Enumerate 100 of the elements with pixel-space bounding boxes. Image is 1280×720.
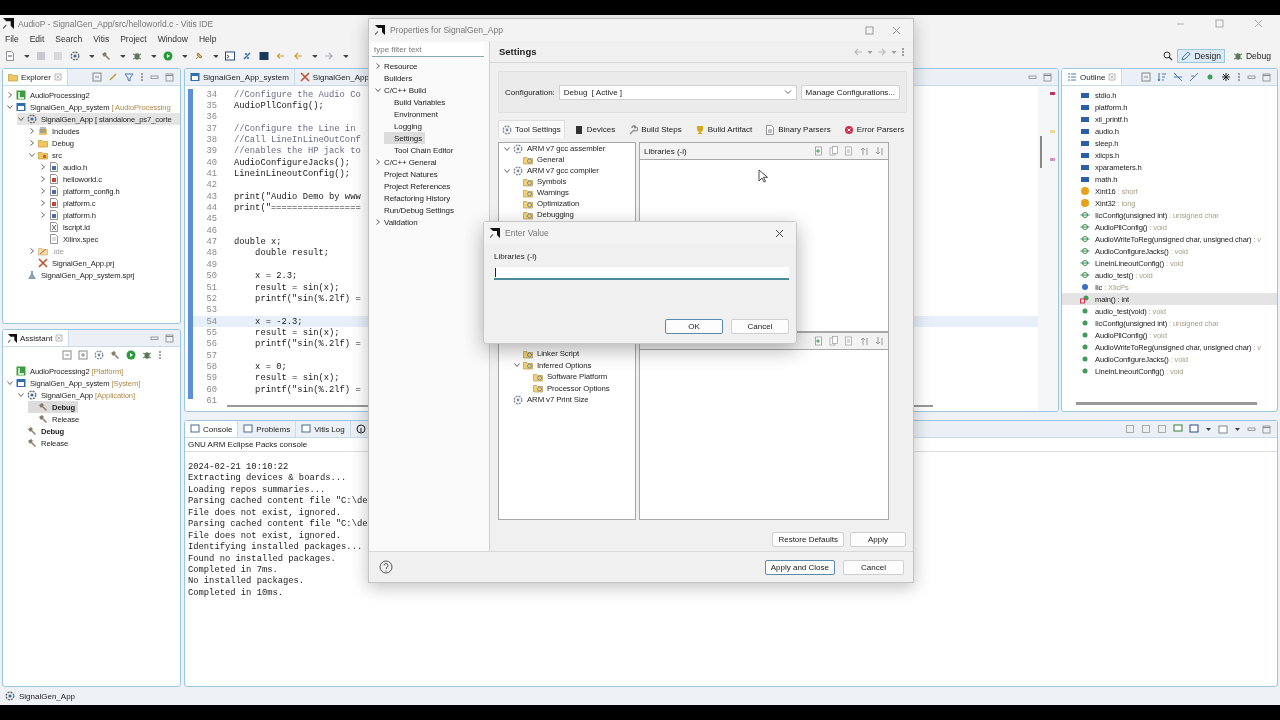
chevron-icon[interactable] [28,247,36,255]
scroll-thumb[interactable] [1076,402,1257,405]
nav-item[interactable]: Logging [384,120,425,132]
nav-item[interactable]: C/C++ General [374,156,440,168]
window-icon[interactable] [259,51,269,61]
chevron-icon[interactable] [6,379,14,387]
view-tab[interactable]: Problems [238,421,297,437]
warning-marker[interactable] [1050,130,1055,133]
settings-tab[interactable]: Build Steps [624,120,686,138]
chevron-icon[interactable] [503,144,511,153]
menu-item[interactable]: Edit [29,34,45,44]
manage-configurations-button[interactable]: Manage Configurations... [800,84,900,100]
configuration-select[interactable]: Debug [ Active ] [558,84,797,100]
chevron-icon[interactable] [39,199,47,207]
play-icon[interactable] [163,51,173,61]
menu-item[interactable]: Search [55,34,83,44]
arrow-left-icon[interactable] [293,51,303,61]
expand-icon[interactable] [78,350,88,360]
filter-icon[interactable] [124,72,134,82]
settings-tab[interactable]: Binary Parsers [761,120,835,138]
nav-item[interactable]: Project References [374,180,454,192]
menu-item[interactable]: Help [198,34,217,44]
nav-item[interactable]: Validation [374,216,421,228]
more-icon[interactable] [1237,72,1241,82]
dialog-button[interactable]: Cancel [843,559,904,575]
dialog-button[interactable]: Cancel [731,319,789,334]
display-icon[interactable] [1173,424,1183,434]
perspective-button[interactable]: Debug [1228,49,1275,63]
edit-icon[interactable] [844,336,854,346]
editor-tab[interactable]: SignalGen_App_system [185,69,295,85]
chevron-icon[interactable] [374,158,382,166]
chevron-icon[interactable] [39,175,47,183]
minimize-icon[interactable] [1028,72,1037,82]
chevron-icon[interactable] [374,218,382,226]
settings-tab[interactable]: Error Parsers [839,120,909,138]
nav-item[interactable]: Build Variables [384,96,449,108]
minimize-icon[interactable] [150,333,159,343]
filter-field[interactable]: type filter text [372,43,484,57]
nav-item[interactable]: Project Natures [374,168,441,180]
view-tab[interactable]: Explorer [3,69,68,85]
minimize-icon[interactable] [1247,72,1256,82]
chevron-icon[interactable] [374,86,382,94]
add-icon[interactable] [814,336,824,346]
view-tab[interactable]: Outline [1062,69,1123,85]
new-window-icon[interactable] [1218,424,1228,434]
maximize-icon[interactable] [1215,19,1224,28]
chevron-icon[interactable] [28,127,36,135]
chevron-icon[interactable] [503,166,511,175]
chevron-icon[interactable] [17,115,25,123]
error-marker[interactable] [1050,92,1055,95]
input-field[interactable] [494,267,789,280]
back-icon[interactable] [276,51,286,61]
chevron-icon[interactable] [39,163,47,171]
copy-icon[interactable] [829,146,839,156]
more-icon[interactable] [158,350,162,360]
nav-item[interactable]: Builders [374,72,416,84]
edit-icon[interactable] [844,146,854,156]
more-icon[interactable] [140,72,144,82]
nav-item[interactable]: C/C++ Build [374,84,430,96]
gear-icon[interactable] [70,51,80,61]
new-file-icon[interactable] [5,51,15,61]
move-up-icon[interactable] [859,336,869,346]
info-icon[interactable] [355,424,366,434]
nav-item[interactable]: Tool Chain Editor [384,144,457,156]
task-marker[interactable] [1050,158,1055,161]
scroll-thumb[interactable] [1040,136,1042,168]
add-icon[interactable] [814,146,824,156]
chevron-icon[interactable] [6,103,14,111]
maximize-icon[interactable] [1262,424,1271,434]
dialog-button[interactable]: Restore Defaults [772,532,844,547]
view-tab[interactable]: Vitis Log [296,421,351,437]
back-icon[interactable] [853,46,863,57]
move-down-icon[interactable] [874,336,884,346]
dialog-button[interactable]: Apply [850,532,906,547]
chevron-icon[interactable] [17,391,25,399]
nav-item[interactable]: Settings [384,132,426,144]
sort-icon[interactable] [1157,72,1167,82]
dialog-button[interactable]: Apply and Close [764,559,835,575]
maximize-icon[interactable] [1043,72,1052,82]
settings-tab[interactable]: Devices [569,120,620,138]
menu-item[interactable]: File [5,34,19,44]
menu-item[interactable]: Vitis [93,34,110,44]
help-icon[interactable] [379,560,393,574]
arrow-right-icon[interactable] [324,51,334,61]
chevron-icon[interactable] [28,139,36,147]
nav-item[interactable]: Environment [384,108,441,120]
gear-icon[interactable] [94,350,104,360]
collapse-icon[interactable] [62,350,72,360]
move-down-icon[interactable] [874,146,884,156]
copy-icon[interactable] [1125,424,1135,434]
move-up-icon[interactable] [859,146,869,156]
terminal-icon[interactable] [225,51,235,61]
view-tab[interactable]: Console [185,421,239,437]
bug-icon[interactable] [132,51,142,61]
perspective-button[interactable]: Design [1177,49,1225,63]
asterisk-icon[interactable] [1221,72,1231,82]
collapse-icon[interactable] [1141,72,1151,82]
maximize-icon[interactable] [865,25,874,35]
chevron-icon[interactable] [39,211,47,219]
settings-tab[interactable]: Build Artifact [690,120,757,138]
